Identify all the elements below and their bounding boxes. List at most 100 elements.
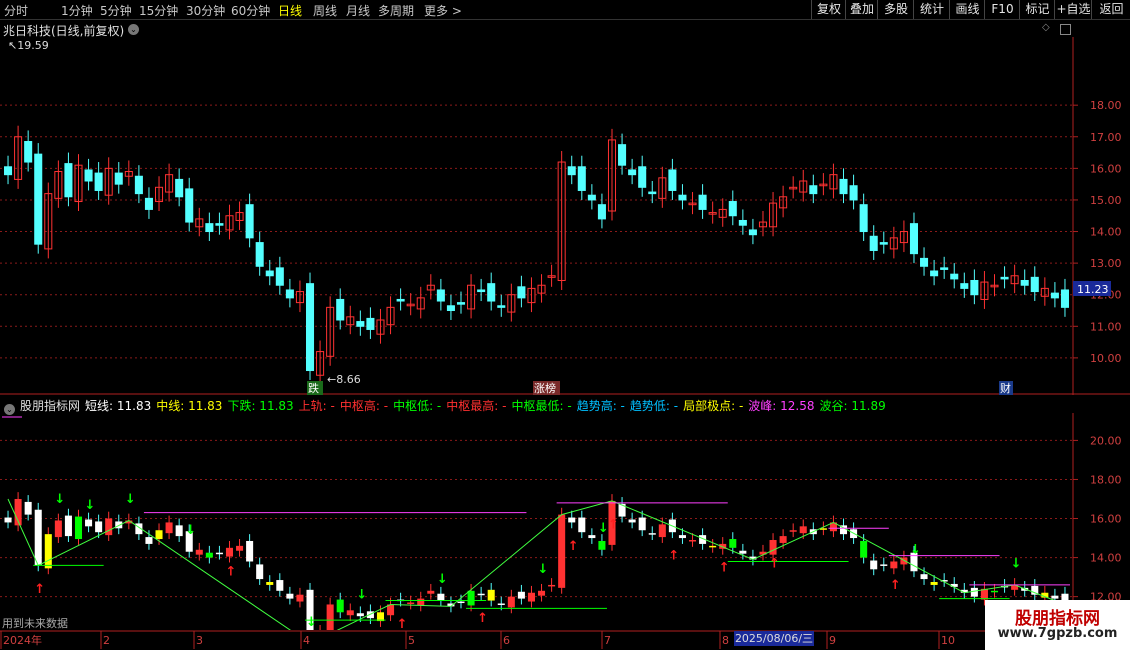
- ind-candle-body: [487, 589, 495, 601]
- diamond-icon[interactable]: ◇: [1042, 22, 1050, 33]
- candle-body: [587, 194, 596, 201]
- selected-date-label: 2025/08/06/三: [734, 631, 814, 646]
- buy-arrow: ↑: [477, 611, 488, 626]
- ind-candle-body: [165, 522, 173, 534]
- period-5[interactable]: 30分钟: [186, 2, 225, 19]
- indicator-field-7: 中枢最高: -: [446, 399, 507, 413]
- ind-candle-body: [4, 517, 12, 523]
- period-7[interactable]: 日线: [278, 2, 302, 19]
- ind-candle-body: [789, 530, 797, 532]
- candle-body: [1060, 289, 1069, 308]
- indicator-field-2: 中线: 11.83: [156, 399, 223, 413]
- candle-body: [275, 267, 284, 286]
- chevron-down-icon[interactable]: ⌄: [128, 24, 139, 35]
- time-label: 7: [604, 634, 611, 647]
- candle-body: [738, 219, 747, 226]
- candle-body: [628, 169, 637, 176]
- toolbar-button-2[interactable]: 叠加: [845, 0, 878, 19]
- ind-candle-body: [336, 599, 344, 613]
- time-label: 3: [196, 634, 203, 647]
- window-icon[interactable]: [1060, 24, 1071, 35]
- toolbar-button-6[interactable]: F10: [984, 0, 1020, 19]
- indicator-field-13: 波谷: 11.89: [819, 399, 886, 413]
- candle-body: [960, 283, 969, 289]
- period-2[interactable]: 1分钟: [61, 2, 93, 19]
- sell-arrow: ↓: [185, 523, 196, 538]
- period-10[interactable]: 多周期: [378, 2, 414, 19]
- ind-candle-body: [95, 521, 103, 533]
- toolbar-button-3[interactable]: 多股: [877, 0, 914, 19]
- ind-candle-body: [44, 534, 52, 569]
- toolbar-button-5[interactable]: 画线: [949, 0, 985, 19]
- toolbar-button-1[interactable]: 复权: [811, 0, 846, 19]
- ind-candle-body: [497, 603, 505, 605]
- ind-candle-body: [215, 552, 223, 555]
- period-6[interactable]: 60分钟: [231, 2, 270, 19]
- buy-arrow: ↑: [890, 578, 901, 593]
- event-marker-cai: 财: [1000, 381, 1011, 395]
- period-11[interactable]: 更多 >: [424, 2, 462, 19]
- indicator-field-3: 下跌: 11.83: [227, 399, 294, 413]
- period-4[interactable]: 15分钟: [139, 2, 178, 19]
- toolbar-button-9[interactable]: 返回: [1091, 0, 1130, 19]
- candle-body: [668, 169, 677, 191]
- buy-arrow: ↑: [719, 560, 730, 575]
- candle-body: [114, 172, 123, 185]
- period-toolbar: 分时 1分钟 5分钟 15分钟 30分钟 60分钟 日线 周线 月线 多周期 更多 > 复权 叠加 多股统…: [0, 0, 1130, 20]
- candle-body: [849, 185, 858, 201]
- period-9[interactable]: 月线: [346, 2, 370, 19]
- candle-body: [678, 194, 687, 201]
- candle-body: [869, 235, 878, 251]
- candle-body: [497, 305, 506, 308]
- ind-candle-body: [568, 517, 576, 523]
- candle-body: [4, 166, 13, 176]
- event-marker-zhangbang: 涨榜: [534, 381, 556, 395]
- sell-arrow: ↓: [306, 615, 317, 630]
- watermark-url: www.7gpzb.com: [997, 626, 1118, 641]
- indicator-name: 股朋指标网: [20, 399, 81, 413]
- candle-body: [809, 185, 818, 195]
- period-8[interactable]: 周线: [313, 2, 337, 19]
- ind-candle-body: [920, 574, 928, 580]
- ind-candle-body: [296, 594, 304, 602]
- sell-arrow: ↓: [598, 521, 609, 536]
- candle-body: [305, 283, 315, 372]
- ind-candle-body: [407, 602, 415, 605]
- toolbar-button-8[interactable]: +自选: [1054, 0, 1092, 19]
- ind-candle-body: [155, 530, 163, 540]
- ind-candle-body: [729, 539, 737, 548]
- period-3[interactable]: 5分钟: [100, 2, 132, 19]
- period-1[interactable]: 分时: [4, 2, 28, 19]
- candle-body: [356, 321, 365, 327]
- ind-candle-body: [85, 519, 93, 527]
- ind-candle-body: [890, 561, 898, 569]
- toolbar-button-4[interactable]: 统计: [913, 0, 950, 19]
- time-label: 2: [103, 634, 110, 647]
- candle-body: [648, 191, 657, 195]
- ind-candle-body: [598, 540, 606, 550]
- candle-body: [698, 194, 707, 210]
- indicator-tick-label: 14.00: [1090, 552, 1122, 565]
- toolbar-button-7[interactable]: 标记: [1019, 0, 1055, 19]
- candle-body: [597, 204, 606, 220]
- price-tick-label: 15.00: [1090, 194, 1122, 207]
- candle-body: [950, 273, 959, 280]
- ind-candle-body: [286, 593, 294, 599]
- ind-candle-body: [538, 590, 546, 596]
- price-tick-label: 10.00: [1090, 352, 1122, 365]
- ind-candle-body: [990, 590, 999, 593]
- indicator-field-9: 趋势高: -: [576, 399, 625, 413]
- ind-candle-body: [64, 515, 72, 537]
- ind-candle-body: [477, 593, 485, 596]
- price-chart: 18.0017.0016.0015.0014.0013.0012.0011.00…: [0, 37, 1130, 395]
- candle-body: [839, 178, 848, 195]
- candle-body: [1050, 292, 1059, 299]
- candle-body: [940, 267, 949, 270]
- price-tick-label: 17.00: [1090, 131, 1122, 144]
- ind-candle-body: [548, 584, 556, 587]
- ind-candle-body: [648, 533, 656, 535]
- candle-body: [144, 197, 153, 210]
- candle-body: [255, 242, 264, 267]
- sell-arrow: ↓: [1011, 556, 1022, 571]
- ind-candle-body: [34, 509, 42, 566]
